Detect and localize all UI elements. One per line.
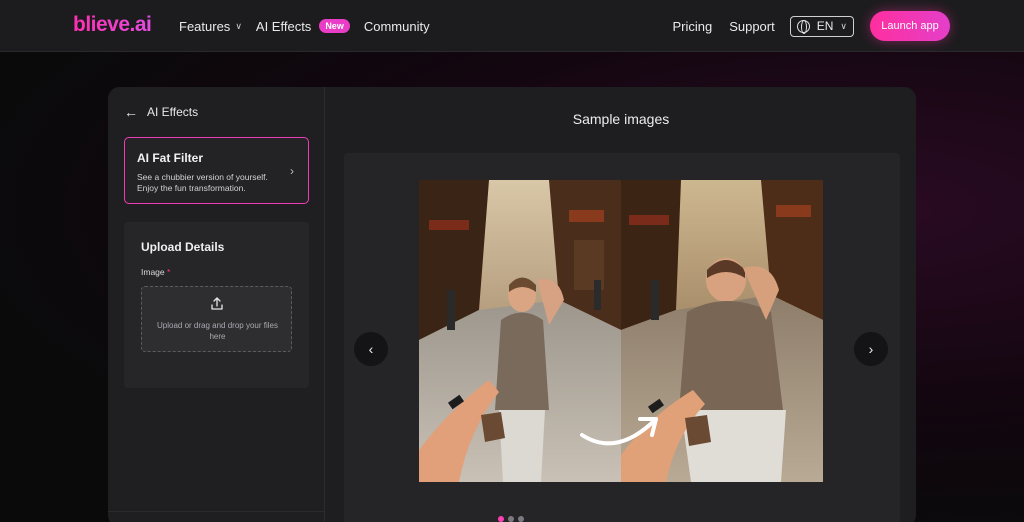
upload-dropzone[interactable]: Upload or drag and drop your files here [141,286,292,352]
chevron-down-icon: ∨ [840,20,847,31]
filter-title: AI Fat Filter [137,151,204,165]
nav-support[interactable]: Support [729,19,775,34]
carousel-prev-button[interactable]: ‹ [354,332,388,366]
nav-ai-effects-label: AI Effects [255,18,312,34]
carousel-dots [498,516,524,522]
back-link[interactable]: ← AI Effects [124,104,198,120]
chevron-right-icon: › [290,164,294,178]
language-selector[interactable]: EN ∨ [789,15,854,37]
carousel-dot[interactable] [518,516,524,522]
transform-arrow-icon [580,417,658,446]
back-label: AI Effects [147,105,199,119]
nav-right: Pricing Support EN ∨ Launch app [672,0,950,52]
sample-title: Sample images [572,111,670,127]
nav-features-label: Features [179,18,231,34]
main-card: ← AI Effects AI Fat Filter See a chubbie… [108,87,916,522]
divider [108,511,325,512]
chevron-left-icon: ‹ [368,341,374,357]
arrow-left-icon: ← [124,104,138,120]
chevron-right-icon: › [868,341,874,357]
carousel-dot[interactable] [508,516,514,522]
globe-icon [796,19,810,34]
filter-card-ai-fat[interactable]: AI Fat Filter See a chubbier version of … [124,137,309,204]
filter-description: See a chubbier version of yourself. Enjo… [137,172,268,193]
launch-app-button[interactable]: Launch app [870,11,950,41]
image-field-label: Image * [141,267,170,277]
new-badge: New [319,19,350,33]
required-mark: * [167,267,171,277]
dropzone-text: Upload or drag and drop your files here [157,321,278,341]
carousel-dot[interactable] [498,516,504,522]
top-navbar: blieve.ai Features ∨ AI Effects New Comm… [0,0,1024,52]
nav-ai-effects[interactable]: AI Effects New [256,19,350,34]
nav-community[interactable]: Community [364,19,430,34]
upload-icon [211,297,223,310]
sidebar-panel: ← AI Effects AI Fat Filter See a chubbie… [108,87,325,522]
upload-title: Upload Details [141,240,225,254]
language-label: EN [816,19,834,33]
sample-carousel: ‹ › [344,153,900,522]
sample-panel: Sample images ‹ › [326,87,916,522]
nav-links: Features ∨ AI Effects New Community [179,0,430,52]
image-label-text: Image [141,267,165,277]
carousel-next-button[interactable]: › [854,332,888,366]
upload-panel: Upload Details Image * Upload or drag an… [124,222,309,388]
chevron-down-icon: ∨ [235,20,242,31]
logo[interactable]: blieve.ai [73,13,152,37]
nav-pricing[interactable]: Pricing [672,19,712,34]
nav-features[interactable]: Features ∨ [179,19,242,34]
